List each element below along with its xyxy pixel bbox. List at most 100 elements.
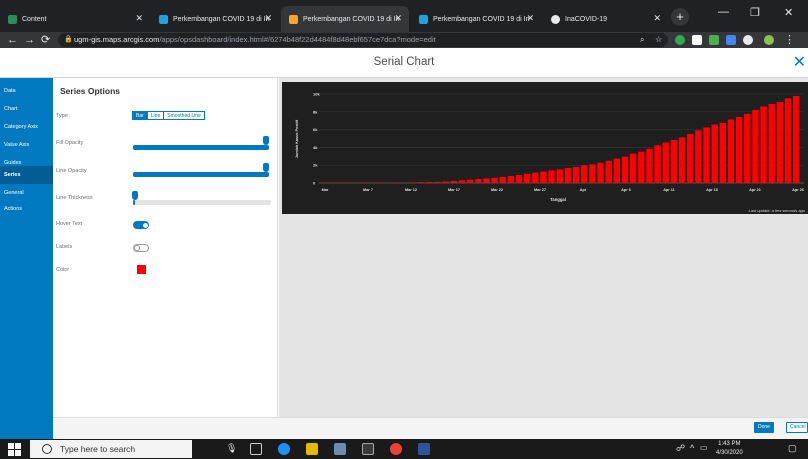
task-view-icon[interactable]	[250, 443, 262, 455]
bar	[678, 137, 686, 183]
bar	[572, 167, 580, 183]
close-icon[interactable]: ✕	[793, 52, 806, 72]
tab-perkembangan-1[interactable]: Perkembangan COVID 19 di In ✕	[151, 6, 279, 32]
series-options-panel: Series Options Type Bar Line Smoothed Li…	[53, 78, 278, 439]
bar	[418, 182, 425, 183]
sidenav-item-actions[interactable]: Actions	[0, 200, 53, 218]
reload-icon[interactable]: ⟳	[41, 33, 50, 47]
x-tick-label: Mar 27	[534, 188, 546, 192]
minimize-icon[interactable]: —	[718, 6, 729, 18]
bar	[711, 124, 718, 183]
x-axis-label: Tanggal	[550, 197, 566, 202]
y-axis-label: Jumlah Kasus Positif	[295, 119, 299, 158]
extension-icon[interactable]	[743, 35, 753, 45]
microphone-icon[interactable]: 🎙	[226, 443, 237, 454]
sidenav-item-chart[interactable]: Chart	[0, 100, 53, 118]
bar	[564, 168, 572, 183]
tab-inacovid[interactable]: InaCOVID-19 ✕	[543, 6, 668, 32]
chart-canvas: 0 2k 4k 6k 8k 10k Mar Mar 7 Mar 12 Mar 17 Mar 22 Ma…	[295, 92, 804, 202]
fill-opacity-handle[interactable]	[263, 136, 269, 145]
x-tick-label: Mar	[322, 188, 329, 192]
toggle-knob	[143, 223, 148, 228]
fill-opacity-fill	[133, 145, 269, 150]
extension-icon[interactable]	[726, 35, 736, 45]
chevron-up-icon[interactable]: ^	[690, 443, 694, 453]
bar	[670, 139, 678, 183]
network-icon[interactable]: ▭	[700, 443, 708, 452]
new-tab-button[interactable]: +	[671, 8, 689, 26]
close-window-icon[interactable]: ✕	[784, 6, 793, 19]
url-input[interactable]: 🔒 ugm-gis.maps.arcgis.com/apps/opsdashbo…	[58, 33, 668, 47]
close-tab-icon[interactable]: ✕	[653, 13, 661, 24]
fill-opacity-slider[interactable]	[133, 136, 269, 150]
chrome-icon[interactable]	[390, 443, 402, 455]
bar	[540, 171, 547, 183]
extension-icon[interactable]	[675, 35, 685, 45]
bar	[466, 179, 474, 183]
line-opacity-handle[interactable]	[263, 163, 269, 172]
more-menu-icon[interactable]: ⋮	[784, 33, 795, 47]
taskbar-clock[interactable]: 1:43 PM 4/30/2020	[716, 440, 743, 458]
browser-tab-strip: Content ✕ Perkembangan COVID 19 di In ✕ …	[0, 0, 808, 32]
close-tab-icon[interactable]: ✕	[526, 13, 534, 24]
extension-icon[interactable]	[709, 35, 719, 45]
maximize-icon[interactable]: ❐	[750, 6, 760, 19]
people-icon[interactable]: ☍	[676, 443, 685, 454]
store-icon[interactable]	[334, 443, 346, 455]
taskbar-search-input[interactable]: Type here to search	[30, 440, 192, 458]
x-tick-label: Apr	[580, 188, 587, 192]
sidenav-item-value-axis[interactable]: Value Axis	[0, 136, 53, 154]
type-option-smoothed-line[interactable]: Smoothed Line	[163, 111, 205, 120]
labels-toggle[interactable]	[133, 244, 149, 252]
globe-icon	[551, 14, 560, 24]
tab-perkembangan-2[interactable]: Perkembangan COVID 19 di In ✕	[281, 6, 409, 32]
bar	[719, 122, 726, 183]
bar	[687, 133, 694, 183]
bar	[548, 170, 555, 183]
dialog-header: Serial Chart ✕	[0, 48, 808, 78]
sidenav-item-series[interactable]: Series	[0, 166, 53, 184]
word-icon[interactable]	[418, 443, 430, 455]
line-opacity-slider[interactable]	[133, 163, 269, 177]
sidenav-item-category-axis[interactable]: Category Axis	[0, 118, 53, 136]
sidenav-item-data[interactable]: Data	[0, 82, 53, 100]
media-player-icon[interactable]	[362, 443, 374, 455]
bar	[638, 151, 645, 183]
file-explorer-icon[interactable]	[306, 443, 318, 455]
x-tick-label: Apr 11	[663, 188, 675, 192]
line-thickness-handle[interactable]	[132, 191, 138, 200]
notification-icon[interactable]: ▢	[788, 443, 797, 454]
bar	[597, 162, 604, 183]
avatar[interactable]	[764, 35, 774, 45]
x-tick-label: Apr 6	[621, 188, 631, 192]
extension-icon[interactable]	[692, 35, 702, 45]
done-button[interactable]: Done	[754, 422, 774, 433]
windows-start-icon[interactable]	[8, 443, 21, 456]
bar	[499, 176, 506, 183]
bar	[524, 173, 531, 183]
x-tick-label: Mar 22	[491, 188, 503, 192]
close-tab-icon[interactable]: ✕	[135, 13, 143, 24]
close-tab-icon[interactable]: ✕	[264, 13, 272, 24]
tab-perkembangan-3[interactable]: Perkembangan COVID 19 di In ✕	[411, 6, 541, 32]
bar	[654, 145, 661, 183]
bar	[735, 116, 743, 183]
bar	[581, 165, 588, 183]
type-option-bar[interactable]: Bar	[132, 111, 148, 120]
bookmark-star-icon[interactable]: ☆	[655, 33, 662, 47]
zoom-icon[interactable]: ⌕	[640, 33, 644, 47]
bar	[556, 169, 563, 183]
color-swatch[interactable]	[137, 265, 146, 274]
y-tick-label: 8k	[313, 109, 318, 114]
hover-text-toggle[interactable]	[133, 221, 149, 229]
cancel-button[interactable]: Cancel	[786, 422, 808, 433]
close-tab-icon[interactable]: ✕	[394, 13, 402, 24]
back-icon[interactable]: ←	[7, 33, 18, 47]
toggle-knob	[134, 245, 140, 251]
forward-icon[interactable]: →	[24, 33, 35, 47]
edge-browser-icon[interactable]	[278, 443, 290, 455]
tab-content[interactable]: Content ✕	[0, 6, 150, 32]
line-thickness-slider[interactable]	[132, 191, 271, 205]
type-option-line[interactable]: Line	[146, 111, 165, 120]
line-thickness-fill	[133, 200, 135, 205]
